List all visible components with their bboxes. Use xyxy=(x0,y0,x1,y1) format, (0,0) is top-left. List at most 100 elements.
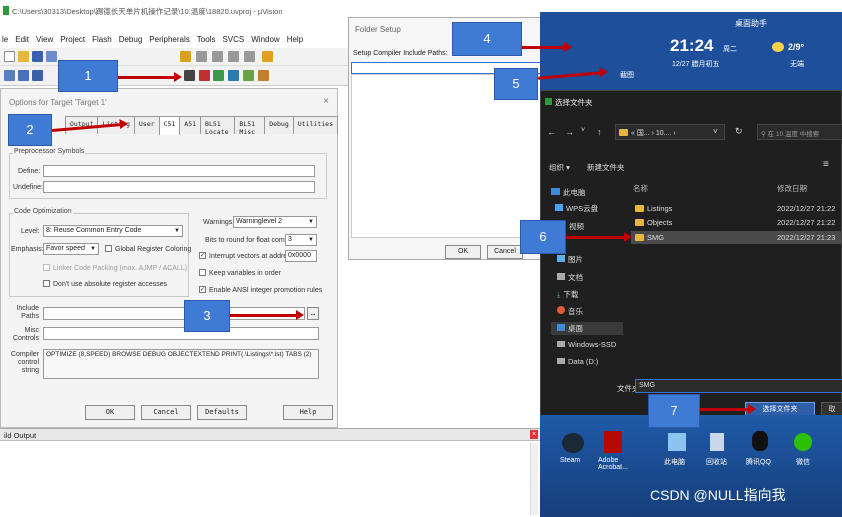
tab-a51[interactable]: A51 xyxy=(179,116,202,134)
menu-flash[interactable]: Flash xyxy=(92,35,112,44)
sidebar-item-downloads[interactable]: ⤓ 下载 xyxy=(557,289,578,300)
emphasis-select[interactable]: Favor speed ▼ xyxy=(43,243,99,255)
build-output-scrollbar[interactable] xyxy=(530,443,538,515)
sidebar-item-music[interactable]: 音乐 xyxy=(557,306,583,317)
tab-c51[interactable]: C51 xyxy=(158,116,181,135)
save-icon[interactable] xyxy=(32,51,43,62)
indent-icon[interactable] xyxy=(228,51,239,62)
interrupt-vectors-checkbox[interactable]: ✓ xyxy=(199,252,206,259)
folder-icon xyxy=(635,234,644,241)
folder-setup-ok-button[interactable]: OK xyxy=(445,245,481,259)
component-icon[interactable] xyxy=(258,70,269,81)
recycle-bin-icon[interactable] xyxy=(710,433,724,451)
new-file-icon[interactable] xyxy=(4,51,15,62)
forward-icon[interactable]: → xyxy=(565,127,574,137)
run-environment-icon[interactable] xyxy=(243,70,254,81)
menu-tools[interactable]: Tools xyxy=(197,35,216,44)
cancel-button[interactable]: Cancel xyxy=(141,405,191,420)
include-paths-label: Include Paths xyxy=(16,305,39,320)
sidebar-item-data-d[interactable]: Data (D:) xyxy=(557,357,598,366)
wechat-icon[interactable] xyxy=(794,433,812,451)
ok-button[interactable]: OK xyxy=(85,405,135,420)
bookmark-next-icon[interactable] xyxy=(212,51,223,62)
manage-project-icon[interactable] xyxy=(199,70,210,81)
save-all-icon[interactable] xyxy=(46,51,57,62)
view-options-icon[interactable]: ≡ xyxy=(823,159,829,170)
linker-packing-checkbox[interactable] xyxy=(43,264,50,271)
menu-file[interactable]: le xyxy=(2,35,8,44)
menu-svcs[interactable]: SVCS xyxy=(222,35,244,44)
qq-icon[interactable] xyxy=(752,431,768,451)
interrupt-address-input[interactable]: 0x0000 xyxy=(285,250,317,262)
this-pc-icon[interactable] xyxy=(668,433,686,451)
find-icon[interactable] xyxy=(262,51,273,62)
list-item[interactable]: Listings xyxy=(635,204,672,213)
sidebar-item-wps[interactable]: WPS云盘 xyxy=(555,203,598,214)
rebuild-icon[interactable] xyxy=(32,70,43,81)
up-icon[interactable]: ↑ xyxy=(597,127,602,137)
build-output-close-icon[interactable]: × xyxy=(530,430,538,439)
acrobat-icon[interactable] xyxy=(604,431,622,453)
menu-edit[interactable]: Edit xyxy=(15,35,29,44)
back-icon[interactable]: ← xyxy=(547,127,556,137)
clock-weekday: 周二 xyxy=(723,46,737,53)
level-select[interactable]: 8: Reuse Common Entry Code ▼ xyxy=(43,225,183,237)
step-badge-2: 2 xyxy=(8,114,52,146)
bits-round-select[interactable]: 3 ▼ xyxy=(285,234,317,246)
keep-variables-checkbox[interactable] xyxy=(199,269,206,276)
sidebar-item-this-pc[interactable]: 此电脑 xyxy=(551,187,586,198)
menu-view[interactable]: View xyxy=(36,35,53,44)
tab-user[interactable]: User xyxy=(133,116,160,134)
column-name-header[interactable]: 名称 xyxy=(633,183,648,194)
menu-peripherals[interactable]: Peripherals xyxy=(149,35,189,44)
bookmark-prev-icon[interactable] xyxy=(196,51,207,62)
undefine-input[interactable] xyxy=(43,181,315,193)
tab-bl51-misc[interactable]: BL51 Misc xyxy=(234,116,266,136)
build-icon[interactable] xyxy=(18,70,29,81)
list-item-selected[interactable]: SMG xyxy=(635,233,664,242)
define-input[interactable] xyxy=(43,165,315,177)
ansi-promotion-checkbox[interactable]: ✓ xyxy=(199,286,206,293)
target-options-icon[interactable] xyxy=(184,70,195,81)
no-absolute-checkbox[interactable] xyxy=(43,280,50,287)
address-dropdown-icon[interactable]: ˅ xyxy=(713,127,718,136)
sidebar-item-documents[interactable]: 文档 xyxy=(557,272,583,283)
sidebar-item-desktop[interactable]: 桌面 xyxy=(551,322,623,335)
refresh-icon[interactable]: ↻ xyxy=(735,126,743,137)
menu-help[interactable]: Help xyxy=(287,35,303,44)
include-paths-browse-button[interactable]: … xyxy=(307,307,319,320)
folder-icon xyxy=(619,129,628,136)
organize-menu[interactable]: 组织 ▾ xyxy=(549,162,570,173)
defaults-button[interactable]: Defaults xyxy=(197,405,247,420)
misc-controls-input[interactable] xyxy=(43,327,319,340)
pack-installer-icon[interactable] xyxy=(213,70,224,81)
menu-window[interactable]: Window xyxy=(251,35,279,44)
menu-debug[interactable]: Debug xyxy=(119,35,143,44)
global-register-checkbox[interactable] xyxy=(105,245,112,252)
options-close-icon[interactable]: × xyxy=(323,96,329,107)
translate-icon[interactable] xyxy=(4,70,15,81)
comment-icon[interactable] xyxy=(244,51,255,62)
sidebar-item-windows-ssd[interactable]: Windows-SSD xyxy=(557,340,616,349)
step-badge-5: 5 xyxy=(494,68,538,100)
search-input[interactable]: ⚲ 在 10.温度 中搜索 xyxy=(757,124,842,140)
select-packs-icon[interactable] xyxy=(228,70,239,81)
sidebar-item-videos[interactable]: 视频 xyxy=(569,221,584,232)
warnings-select[interactable]: Warninglevel 2 ▼ xyxy=(233,216,317,228)
tab-debug[interactable]: Debug xyxy=(264,116,294,134)
list-item[interactable]: Objects xyxy=(635,218,672,227)
bookmark-icon[interactable] xyxy=(180,51,191,62)
tab-utilities[interactable]: Utilities xyxy=(292,116,338,134)
steam-icon[interactable] xyxy=(562,433,584,453)
help-button[interactable]: Help xyxy=(283,405,333,420)
open-folder-icon[interactable] xyxy=(18,51,29,62)
folder-setup-cancel-button[interactable]: Cancel xyxy=(487,245,523,259)
recent-dropdown-icon[interactable]: ˅ xyxy=(581,127,585,134)
column-date-header[interactable]: 修改日期 xyxy=(777,183,807,194)
sidebar-item-pictures[interactable]: 图片 xyxy=(557,254,583,265)
menu-project[interactable]: Project xyxy=(60,35,85,44)
folder-name-input[interactable]: SMG xyxy=(635,379,842,393)
tab-bl51-locate[interactable]: BL51 Locate xyxy=(200,116,236,136)
new-folder-button[interactable]: 新建文件夹 xyxy=(587,162,625,173)
address-bar[interactable]: « 国... › 10.... › xyxy=(615,124,725,140)
